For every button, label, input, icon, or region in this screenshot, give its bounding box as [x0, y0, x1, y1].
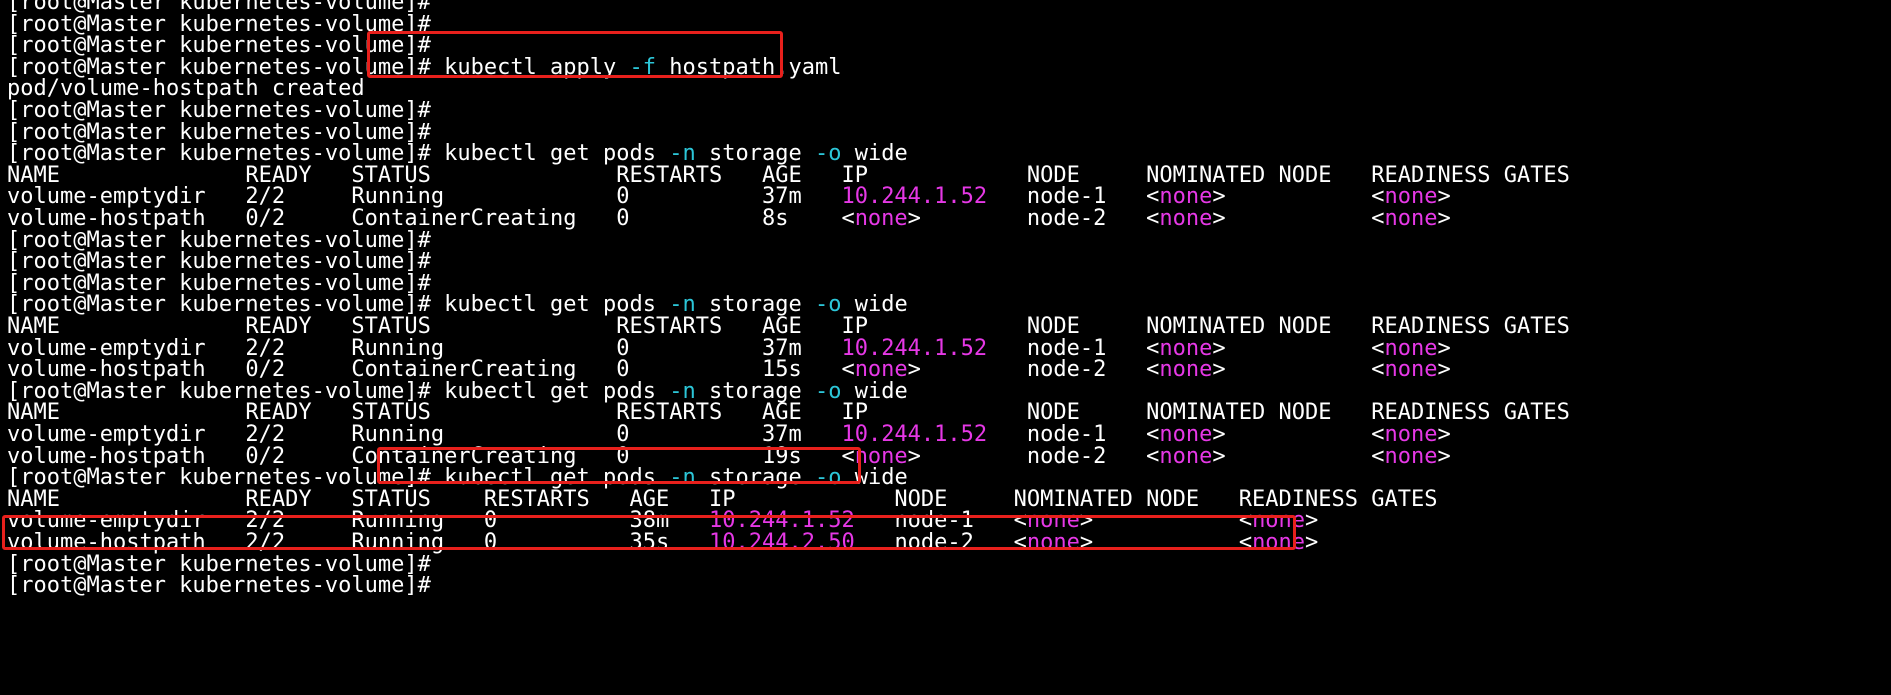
prompt-line: [root@Master kubernetes-volume]#	[7, 573, 431, 599]
terminal-window[interactable]: [root@Master kubernetes-volume]# [root@Ma…	[0, 0, 1891, 695]
